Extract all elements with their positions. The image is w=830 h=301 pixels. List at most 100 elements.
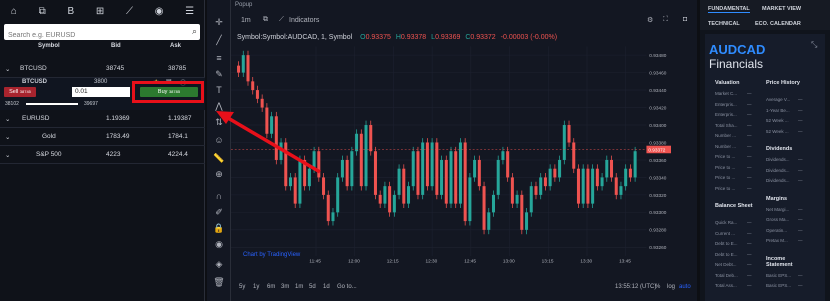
candle-body [284, 142, 288, 187]
range-7[interactable]: Go to... [337, 284, 357, 290]
plus-box-icon[interactable]: ⊞ [96, 6, 104, 17]
x-tick-label: 13:00 [503, 259, 515, 265]
fib-icon[interactable]: ≡ [213, 52, 225, 64]
candle-body [525, 212, 529, 230]
table-row[interactable]: ⌄ EURUSD 1.19369 1.19387 [0, 110, 205, 128]
section-heading: Price History [766, 80, 800, 86]
brush-icon[interactable]: ✎ [213, 68, 225, 80]
tab-fundamental[interactable]: FUNDAMENTAL [708, 6, 750, 13]
scale-percent[interactable]: % [655, 284, 660, 290]
range-4[interactable]: 1m [295, 284, 303, 290]
candlestick-chart[interactable]: 0.93480 0.93460 0.93440 0.93420 0.93400 0.933… [231, 40, 671, 270]
magnet-icon[interactable]: ∩ [213, 190, 225, 202]
metric-label: Average V... [766, 97, 791, 102]
range-0[interactable]: 5y [239, 284, 245, 290]
bitcoin-icon[interactable]: B [67, 6, 74, 17]
range-5[interactable]: 5d [309, 284, 316, 290]
crosshair-icon[interactable]: ✛ [213, 16, 225, 28]
table-row[interactable]: ⌄ BTCUSD 38745 38785 [0, 60, 205, 78]
candle-body [444, 159, 448, 204]
y-tick-label: 0.93260 [649, 245, 666, 251]
chart-top-toolbar: 1m ⧉ ⟋ Indicators ⚙ ⛶ ◘ [235, 12, 695, 30]
metric-label: 52 Week ... [766, 128, 789, 134]
table-row[interactable]: ⌄ S&P 500 4223 4224.4 [0, 146, 205, 164]
candle-body [430, 142, 434, 187]
metric-value: — [798, 238, 803, 243]
candle-body [463, 142, 467, 222]
candle-body [345, 159, 349, 187]
settings-icon[interactable]: ☰ [185, 6, 194, 17]
range-2[interactable]: 6m [267, 284, 275, 290]
chevron-down-icon[interactable]: ⌄ [5, 65, 10, 73]
metric-value: — [747, 230, 752, 236]
range-high: 39697 [84, 101, 98, 107]
chevron-right-icon[interactable]: ⌄ [5, 151, 10, 159]
candle-body [605, 159, 609, 178]
metric-label: 1-Year Be... [766, 107, 790, 113]
utc-clock[interactable]: 13:55:12 (UTC) [615, 284, 656, 290]
search-icon[interactable]: ⌕ [192, 26, 197, 37]
tab-market-view[interactable]: MARKET VIEW [762, 6, 801, 12]
trash-icon[interactable]: 🗑 [213, 276, 225, 288]
sell-button[interactable]: Sell 38745 [4, 87, 36, 97]
last-price-label: 0.93372 [648, 147, 665, 153]
metric-value: — [747, 112, 752, 117]
range-slider[interactable]: 38102 39697 [0, 100, 205, 110]
range-6[interactable]: 1d [323, 284, 330, 290]
candle-body [539, 177, 543, 195]
candle-body [581, 168, 585, 204]
candle-body [454, 151, 458, 204]
pattern-icon[interactable]: ⋀ [213, 100, 225, 112]
metric-value: — [747, 101, 752, 107]
trend-icon[interactable]: ⟋ [126, 6, 133, 17]
indicators-button[interactable]: Indicators [289, 17, 319, 24]
y-tick-label: 0.93320 [649, 193, 666, 199]
symbol-header: Symbol [38, 43, 60, 49]
range-3[interactable]: 3m [281, 284, 289, 290]
candle-body [496, 159, 500, 195]
scale-log[interactable]: log [667, 284, 675, 290]
candle-body [510, 177, 514, 204]
candle-body [610, 159, 614, 178]
text-icon[interactable]: T [213, 84, 225, 96]
fullscreen-icon[interactable]: ⛶ [663, 16, 668, 24]
y-tick-label: 0.93480 [649, 53, 666, 59]
apple-icon[interactable]: ◉ [155, 6, 164, 17]
layers-icon[interactable]: ◈ [213, 258, 225, 270]
lock-icon[interactable]: 🔒 [213, 222, 225, 234]
lock-draw-icon[interactable]: ✐ [213, 206, 225, 218]
chart-candle-icon[interactable]: ⧉ [39, 6, 46, 17]
zoom-icon[interactable]: ⊕ [213, 168, 225, 180]
timeframe-button[interactable]: 1m [241, 17, 251, 24]
range-bar[interactable] [26, 103, 78, 105]
prediction-icon[interactable]: ⇅ [213, 116, 225, 128]
icons-icon[interactable]: ☺ [213, 134, 225, 146]
settings-icon[interactable]: ⚙ [647, 16, 653, 24]
tradingview-credit[interactable]: Chart by TradingView [243, 252, 300, 258]
popup-label[interactable]: Popup [235, 2, 252, 8]
house-icon[interactable]: ⌂ [11, 6, 17, 17]
tab-technical[interactable]: TECHNICAL [708, 21, 740, 27]
candle-body [355, 133, 359, 152]
indicators-icon[interactable]: ⟋ [279, 16, 284, 24]
camera-icon[interactable]: ◘ [683, 16, 687, 23]
compare-icon[interactable]: ⧉ [263, 16, 268, 24]
trendline-icon[interactable]: ╱ [213, 34, 225, 46]
eye-icon[interactable]: ◉ [213, 238, 225, 250]
quantity-input[interactable]: 0.01 [72, 87, 130, 97]
table-row[interactable]: ⌄ Gold 1783.49 1784.1 [0, 128, 205, 146]
tab-eco-calendar[interactable]: ECO. CALENDAR [755, 21, 801, 27]
collapse-icon[interactable]: ⤡ [811, 40, 817, 50]
chevron-right-icon[interactable]: ⌄ [5, 115, 10, 123]
search-box[interactable]: ⌕ [4, 24, 200, 44]
scale-auto[interactable]: auto [679, 284, 691, 290]
x-tick-label: 12:00 [348, 259, 360, 265]
candle-body [487, 212, 491, 230]
range-1[interactable]: 1y [253, 284, 259, 290]
candle-body [407, 186, 411, 204]
ask-cell: 1.19387 [168, 115, 192, 122]
search-input[interactable] [4, 27, 184, 44]
chevron-right-icon[interactable]: ⌄ [5, 133, 10, 141]
metric-value: — [798, 97, 803, 102]
ruler-icon[interactable]: 📏 [213, 152, 225, 164]
